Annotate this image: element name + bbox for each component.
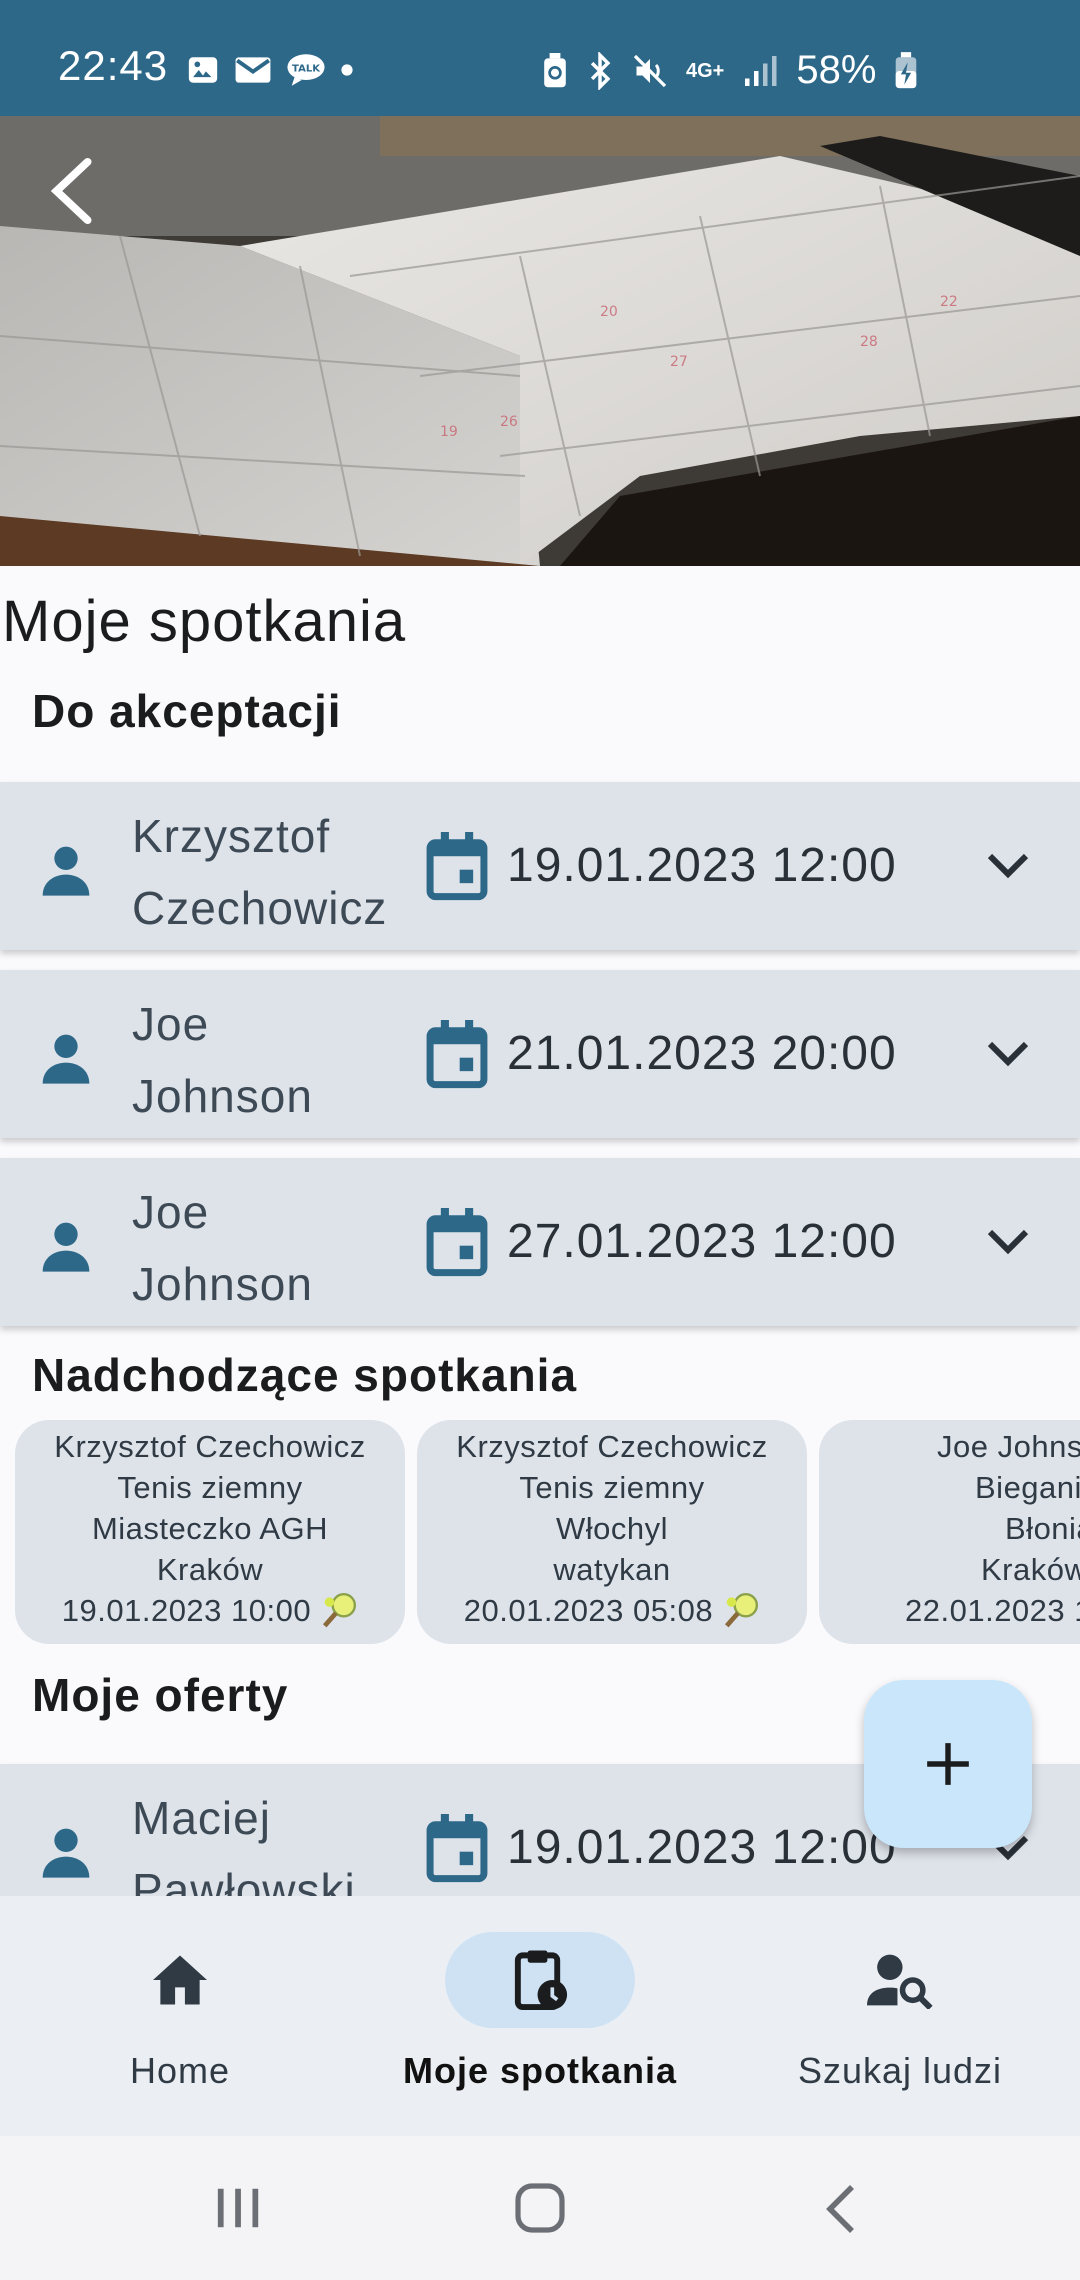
svg-text:TALK: TALK	[292, 63, 321, 74]
pending-request-card[interactable]: Krzysztof Czechowicz 19.01.2023 12:00	[0, 782, 1080, 950]
talk-icon: TALK	[287, 54, 325, 86]
section-title-offers: Moje oferty	[32, 1669, 289, 1721]
person-icon	[42, 1222, 90, 1272]
person-icon	[42, 846, 90, 896]
nav-item-szukaj-ludzi[interactable]: Szukaj ludzi	[720, 1932, 1080, 2092]
status-time: 22:43	[58, 42, 169, 89]
back-nav-icon[interactable]	[822, 2182, 858, 2236]
person-icon	[42, 1828, 90, 1878]
page-title: Moje spotkania	[2, 589, 407, 654]
plus-icon	[927, 1743, 969, 1785]
svg-text:22: 22	[940, 294, 958, 310]
upcoming-meeting-card[interactable]: Krzysztof Czechowicz Tenis ziemny Włochy…	[417, 1420, 807, 1644]
upcoming-meeting-card[interactable]: Joe Johnson Bieganie Błonia Kraków 22.01…	[819, 1420, 1080, 1644]
battery-saver-icon	[544, 52, 566, 87]
svg-text:26: 26	[500, 414, 518, 430]
mail-icon	[235, 57, 271, 83]
gallery-icon	[188, 57, 218, 83]
calendar-icon	[426, 1208, 488, 1277]
bluetooth-icon	[590, 51, 611, 90]
signal-icon	[745, 55, 777, 86]
svg-text:27: 27	[670, 354, 688, 370]
calendar-icon	[426, 1020, 488, 1089]
upcoming-meeting-card[interactable]: Krzysztof Czechowicz Tenis ziemny Miaste…	[15, 1420, 405, 1644]
calendar-icon	[426, 832, 488, 901]
section-title-pending: Do akceptacji	[32, 685, 342, 737]
calendar-icon	[426, 1814, 488, 1883]
chevron-down-icon[interactable]	[984, 1034, 1032, 1074]
request-date: 21.01.2023 20:00	[507, 1027, 897, 1080]
svg-text:20: 20	[600, 304, 618, 320]
mute-icon	[633, 54, 667, 87]
chevron-down-icon[interactable]	[984, 1222, 1032, 1262]
request-person-name: Joe Johnson	[132, 998, 313, 1122]
tennis-racket-icon	[725, 1592, 759, 1628]
person-search-icon	[867, 1954, 933, 2009]
upcoming-carousel[interactable]: Krzysztof Czechowicz Tenis ziemny Miaste…	[0, 1418, 1080, 1648]
pending-request-card[interactable]: Joe Johnson 21.01.2023 20:00	[0, 970, 1080, 1138]
chevron-down-icon[interactable]	[984, 846, 1032, 886]
system-icons: 4G+ 58%	[542, 48, 918, 93]
bottom-navigation: Home Moje spotkania Szukaj ludzi	[0, 1896, 1080, 2136]
request-person-name: Joe Johnson	[132, 1186, 313, 1310]
system-navigation-bar	[0, 2136, 1080, 2280]
recent-apps-icon[interactable]	[214, 2184, 264, 2232]
network-type: 4G+	[686, 59, 725, 82]
dot-icon	[341, 64, 353, 76]
nav-item-home[interactable]: Home	[0, 1932, 360, 2092]
header-image: 19 20 27 26 28 22	[0, 116, 1080, 566]
status-bar: 22:43 TALK 4G+ 58%	[0, 0, 1080, 116]
svg-text:19: 19	[440, 424, 458, 440]
request-date: 19.01.2023 12:00	[507, 839, 897, 892]
battery-percent: 58%	[796, 48, 877, 92]
svg-text:28: 28	[860, 334, 878, 350]
pending-request-card[interactable]: Joe Johnson 27.01.2023 12:00	[0, 1158, 1080, 1326]
offer-person-name: Maciej Pawłowski	[132, 1792, 356, 1896]
add-offer-button[interactable]	[864, 1680, 1032, 1848]
person-icon	[42, 1034, 90, 1084]
clipboard-clock-icon	[514, 1950, 568, 2011]
home-icon	[153, 1955, 207, 2005]
battery-charging-icon	[896, 51, 917, 88]
request-date: 27.01.2023 12:00	[507, 1215, 897, 1268]
tennis-racket-icon	[323, 1592, 357, 1628]
notification-icons: TALK	[186, 52, 354, 88]
home-button-icon[interactable]	[514, 2182, 566, 2234]
back-arrow-icon[interactable]	[44, 156, 104, 226]
nav-item-moje-spotkania[interactable]: Moje spotkania	[360, 1932, 720, 2092]
offer-date: 19.01.2023 12:00	[507, 1821, 897, 1874]
request-person-name: Krzysztof Czechowicz	[132, 810, 388, 934]
calendar-photo: 19 20 27 26 28 22	[0, 116, 1080, 566]
section-title-upcoming: Nadchodzące spotkania	[32, 1349, 578, 1401]
